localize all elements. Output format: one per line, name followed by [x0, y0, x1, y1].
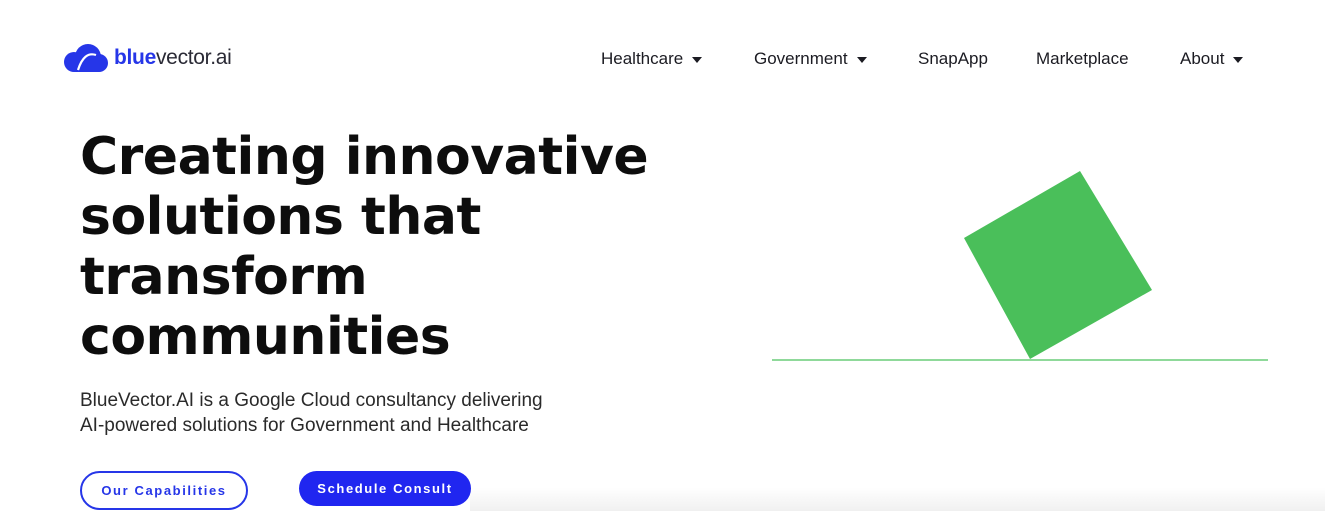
- hero-headline-line: communities: [80, 307, 451, 367]
- hero-subtitle: BlueVector.AI is a Google Cloud consulta…: [80, 388, 640, 438]
- nav-item-marketplace[interactable]: Marketplace: [1036, 46, 1129, 72]
- bottom-shadow: [470, 487, 1325, 511]
- main-nav: Healthcare Government SnapApp Marketplac…: [0, 46, 1325, 72]
- hero-headline-line: transform: [80, 247, 368, 307]
- nav-item-label: About: [1180, 49, 1225, 68]
- hero-subtitle-line: AI-powered solutions for Government and …: [80, 415, 529, 436]
- chevron-down-icon: [692, 57, 703, 63]
- nav-item-government[interactable]: Government: [754, 46, 867, 72]
- nav-item-healthcare[interactable]: Healthcare: [601, 46, 703, 72]
- nav-item-label: Marketplace: [1036, 49, 1129, 68]
- hero-headline-line: solutions that: [80, 187, 481, 247]
- hero-headline-line: Creating innovative: [80, 127, 649, 187]
- nav-item-about[interactable]: About: [1180, 46, 1244, 72]
- our-capabilities-button[interactable]: Our Capabilities: [80, 471, 248, 510]
- nav-item-label: Healthcare: [601, 49, 684, 68]
- nav-item-snapapp[interactable]: SnapApp: [918, 46, 988, 72]
- hero-subtitle-line: BlueVector.AI is a Google Cloud consulta…: [80, 390, 543, 411]
- schedule-consult-button[interactable]: Schedule Consult: [299, 471, 471, 506]
- hero-illustration: [772, 171, 1268, 361]
- page: bluevector.ai Healthcare Government Snap…: [0, 0, 1325, 511]
- chevron-down-icon: [1233, 57, 1244, 63]
- nav-item-label: SnapApp: [918, 49, 988, 68]
- tilted-square-shape: [964, 171, 1152, 359]
- chevron-down-icon: [856, 57, 867, 63]
- hero-headline: Creating innovative solutions that trans…: [80, 127, 720, 367]
- nav-item-label: Government: [754, 49, 848, 68]
